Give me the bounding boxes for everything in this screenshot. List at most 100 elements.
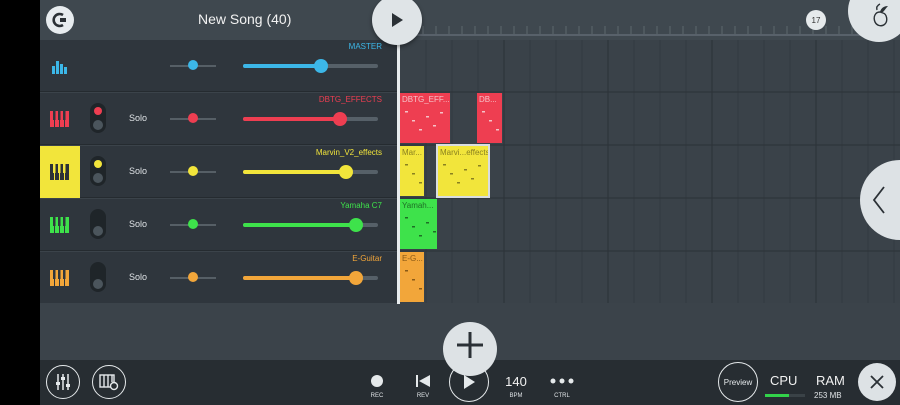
piano-keys-icon[interactable] bbox=[40, 93, 80, 145]
rewind-button[interactable]: REV bbox=[403, 360, 443, 405]
volume-slider[interactable] bbox=[243, 271, 378, 285]
plus-icon bbox=[457, 332, 483, 358]
track-dbtg-effects[interactable]: DBTG_EFFECTS Solo bbox=[40, 93, 398, 145]
mute-toggle[interactable] bbox=[90, 156, 106, 186]
pattern-clip[interactable]: DBTG_EFF... bbox=[400, 93, 450, 143]
close-icon bbox=[870, 375, 884, 389]
clip-label: E-G... bbox=[402, 254, 423, 263]
clip-label: DB... bbox=[479, 95, 497, 104]
play-icon bbox=[464, 375, 475, 389]
bpm-label: BPM bbox=[509, 393, 523, 399]
track-list: MASTER DBTG_EFFECTS Solo Marvin_V2_effec… bbox=[40, 40, 398, 304]
track-name: E-Guitar bbox=[352, 254, 382, 263]
pattern-clip[interactable]: Yamah... bbox=[400, 199, 437, 249]
volume-fill bbox=[243, 64, 322, 68]
playlist-grid[interactable]: DBTG_EFF... DB... Mar... Marvi...effects… bbox=[400, 40, 900, 303]
playback-position-marker[interactable]: 17 bbox=[806, 10, 826, 30]
mute-led bbox=[94, 160, 102, 168]
mute-led bbox=[94, 213, 102, 221]
fl-studio-app: New Song (40) 17 MASTER DBTG_EFFECTS Sol… bbox=[40, 0, 900, 405]
ram-label: RAM bbox=[816, 373, 845, 388]
play-icon bbox=[392, 13, 403, 27]
track-name: DBTG_EFFECTS bbox=[318, 95, 382, 104]
mute-toggle[interactable] bbox=[90, 262, 106, 292]
mixer-button[interactable] bbox=[46, 365, 80, 399]
main-menu-button[interactable] bbox=[46, 6, 74, 34]
pan-knob[interactable] bbox=[188, 166, 198, 176]
piano-keys-icon[interactable] bbox=[40, 146, 80, 198]
record-icon bbox=[371, 375, 383, 387]
ctrl-label: CTRL bbox=[554, 393, 570, 399]
track-e-guitar[interactable]: E-Guitar Solo bbox=[40, 252, 398, 304]
record-button[interactable]: REC bbox=[357, 360, 397, 405]
clip-label: Mar... bbox=[402, 148, 423, 157]
volume-knob[interactable] bbox=[333, 112, 348, 126]
mixer-faders-icon bbox=[56, 374, 70, 390]
playhead[interactable] bbox=[397, 32, 400, 304]
mute-led bbox=[94, 107, 102, 115]
clip-label: DBTG_EFF... bbox=[402, 95, 450, 104]
pattern-clip[interactable]: Mar... bbox=[400, 146, 424, 196]
pattern-clip[interactable]: E-G... bbox=[400, 252, 424, 302]
fl-logo-icon bbox=[52, 12, 66, 28]
clip-label: Yamah... bbox=[402, 201, 434, 210]
cpu-meter-fill bbox=[765, 394, 789, 397]
track-yamaha-c7[interactable]: Yamaha C7 Solo bbox=[40, 199, 398, 251]
song-title[interactable]: New Song (40) bbox=[198, 11, 291, 27]
pan-knob[interactable] bbox=[188, 113, 198, 123]
piano-settings-button[interactable] bbox=[92, 365, 126, 399]
volume-slider[interactable] bbox=[243, 112, 378, 126]
mixer-level-icon[interactable] bbox=[40, 40, 80, 92]
volume-fill bbox=[243, 223, 357, 227]
toggle-knob bbox=[93, 173, 103, 183]
clip-label: Marvi...effects bbox=[440, 148, 490, 157]
add-track-button[interactable] bbox=[443, 322, 497, 376]
top-header: New Song (40) 17 bbox=[40, 0, 900, 40]
volume-knob[interactable] bbox=[349, 271, 364, 285]
pan-knob[interactable] bbox=[188, 60, 198, 70]
solo-button[interactable]: Solo bbox=[129, 219, 147, 229]
volume-slider[interactable] bbox=[243, 59, 378, 73]
cpu-meter bbox=[765, 394, 805, 397]
piano-gear-icon bbox=[99, 374, 119, 391]
mute-toggle[interactable] bbox=[90, 209, 106, 239]
toggle-knob bbox=[93, 226, 103, 236]
volume-knob[interactable] bbox=[338, 165, 353, 179]
solo-button[interactable]: Solo bbox=[129, 113, 147, 123]
pattern-clip[interactable]: DB... bbox=[477, 93, 502, 143]
volume-fill bbox=[243, 117, 341, 121]
rewind-label: REV bbox=[416, 393, 430, 399]
solo-button[interactable]: Solo bbox=[129, 272, 147, 282]
mute-toggle[interactable] bbox=[90, 103, 106, 133]
record-label: REC bbox=[370, 393, 384, 399]
more-dots-icon bbox=[550, 378, 574, 384]
preview-button[interactable]: Preview bbox=[718, 362, 758, 402]
track-name: MASTER bbox=[348, 42, 382, 51]
piano-keys-icon[interactable] bbox=[40, 199, 80, 251]
skip-back-icon bbox=[416, 375, 430, 387]
pan-knob[interactable] bbox=[188, 219, 198, 229]
volume-knob[interactable] bbox=[349, 218, 364, 232]
ctrl-button[interactable]: CTRL bbox=[542, 360, 582, 405]
fl-fruit-icon bbox=[873, 3, 888, 27]
close-button[interactable] bbox=[858, 363, 896, 401]
track-name: Yamaha C7 bbox=[340, 201, 382, 210]
toggle-knob bbox=[93, 120, 103, 130]
volume-knob[interactable] bbox=[314, 59, 329, 73]
volume-slider[interactable] bbox=[243, 165, 378, 179]
track-name: Marvin_V2_effects bbox=[315, 148, 382, 157]
track-master[interactable]: MASTER bbox=[40, 40, 398, 92]
chevron-left-icon bbox=[872, 186, 885, 214]
pan-knob[interactable] bbox=[188, 272, 198, 282]
ram-usage: 253 MB bbox=[814, 391, 842, 400]
piano-keys-icon[interactable] bbox=[40, 252, 80, 304]
volume-slider[interactable] bbox=[243, 218, 378, 232]
mute-led bbox=[94, 266, 102, 274]
bpm-value[interactable]: 140 bbox=[502, 374, 530, 389]
track-marvin-v2-effects[interactable]: Marvin_V2_effects Solo bbox=[40, 146, 398, 198]
volume-fill bbox=[243, 170, 346, 174]
cpu-label: CPU bbox=[770, 373, 798, 388]
pattern-clip-selected[interactable]: Marvi...effects bbox=[436, 144, 490, 198]
solo-button[interactable]: Solo bbox=[129, 166, 147, 176]
volume-fill bbox=[243, 276, 357, 280]
